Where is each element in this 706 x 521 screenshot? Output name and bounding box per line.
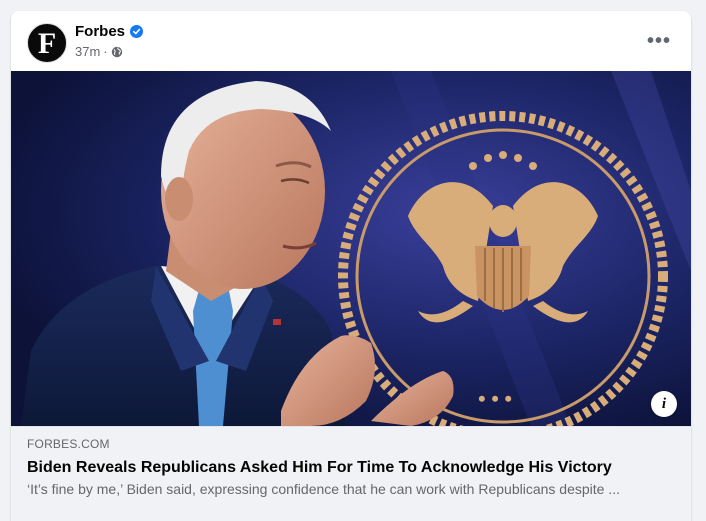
page-name-row: Forbes — [75, 23, 144, 40]
avatar-letter: F — [37, 27, 57, 60]
link-headline[interactable]: Biden Reveals Republicans Asked Him For … — [27, 458, 675, 478]
post-timestamp[interactable]: 37m — [75, 44, 100, 59]
post-card: F Forbes 37m · ••• • • • i FORBES.COM Bi… — [11, 11, 691, 521]
post-header: F Forbes 37m · ••• — [11, 11, 691, 71]
globe-icon[interactable] — [111, 46, 123, 58]
link-description: ‘It’s fine by me,’ Biden said, expressin… — [27, 481, 620, 497]
photo-illustration: • • • — [11, 71, 691, 426]
verified-badge-icon — [130, 25, 144, 38]
post-meta: 37m · — [75, 44, 123, 59]
info-icon: i — [661, 395, 667, 412]
info-button[interactable]: i — [651, 391, 677, 417]
link-preview-image[interactable]: • • • i — [11, 71, 691, 426]
page-name-link[interactable]: Forbes — [75, 23, 125, 40]
more-options-icon: ••• — [646, 29, 671, 52]
avatar[interactable]: F — [27, 23, 67, 63]
more-options-button[interactable]: ••• — [641, 27, 677, 55]
svg-text:• • •: • • • — [478, 386, 512, 411]
link-domain: FORBES.COM — [27, 437, 110, 451]
meta-separator: · — [103, 44, 108, 59]
link-preview-text[interactable]: FORBES.COM Biden Reveals Republicans Ask… — [11, 426, 691, 521]
